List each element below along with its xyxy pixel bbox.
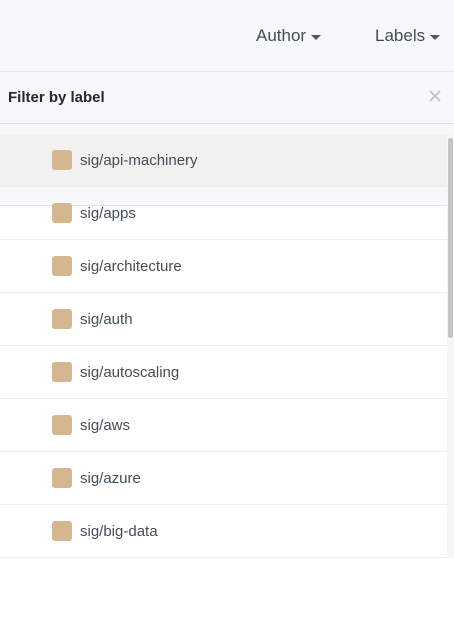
scrollbar-thumb[interactable] [448, 138, 453, 338]
label-color-swatch [52, 256, 72, 276]
label-item[interactable]: sig/big-data [0, 505, 448, 558]
label-item-text: sig/azure [80, 469, 141, 487]
popover-title: Filter by label [8, 89, 105, 106]
author-dropdown-label: Author [256, 26, 307, 45]
label-color-swatch [52, 468, 72, 488]
label-item[interactable]: sig/aws [0, 399, 448, 452]
label-item[interactable]: sig/auth [0, 293, 448, 346]
labels-dropdown-label: Labels [375, 26, 426, 45]
label-color-swatch [52, 415, 72, 435]
caret-down-icon [311, 34, 322, 40]
label-item[interactable]: sig/api-machinery [0, 134, 448, 187]
label-color-swatch [52, 521, 72, 541]
label-item[interactable]: sig/autoscaling [0, 346, 448, 399]
label-item[interactable]: sig/azure [0, 452, 448, 505]
label-item[interactable]: sig/architecture [0, 240, 448, 293]
label-item-text: sig/api-machinery [80, 151, 198, 169]
label-item-text: sig/autoscaling [80, 363, 180, 381]
label-list-scrollbar[interactable] [447, 134, 454, 558]
filter-toolbar: Author Labels [0, 0, 454, 72]
label-color-swatch [52, 362, 72, 382]
caret-down-icon [430, 34, 441, 40]
label-item-text: sig/architecture [80, 257, 182, 275]
label-list: sig/api-machinery sig/apps sig/architect… [0, 134, 454, 558]
label-item-text: sig/aws [80, 416, 131, 434]
close-icon[interactable] [427, 88, 443, 104]
label-item-text: sig/auth [80, 310, 133, 328]
label-item-text: sig/big-data [80, 522, 158, 540]
popover-header: Filter by label [0, 72, 454, 124]
label-color-swatch [52, 309, 72, 329]
labels-dropdown[interactable]: Labels [375, 26, 441, 46]
label-item-text: sig/apps [80, 204, 136, 222]
label-color-swatch [52, 150, 72, 170]
label-item[interactable]: sig/apps [0, 187, 448, 240]
author-dropdown[interactable]: Author [256, 26, 322, 46]
label-color-swatch [52, 203, 72, 223]
